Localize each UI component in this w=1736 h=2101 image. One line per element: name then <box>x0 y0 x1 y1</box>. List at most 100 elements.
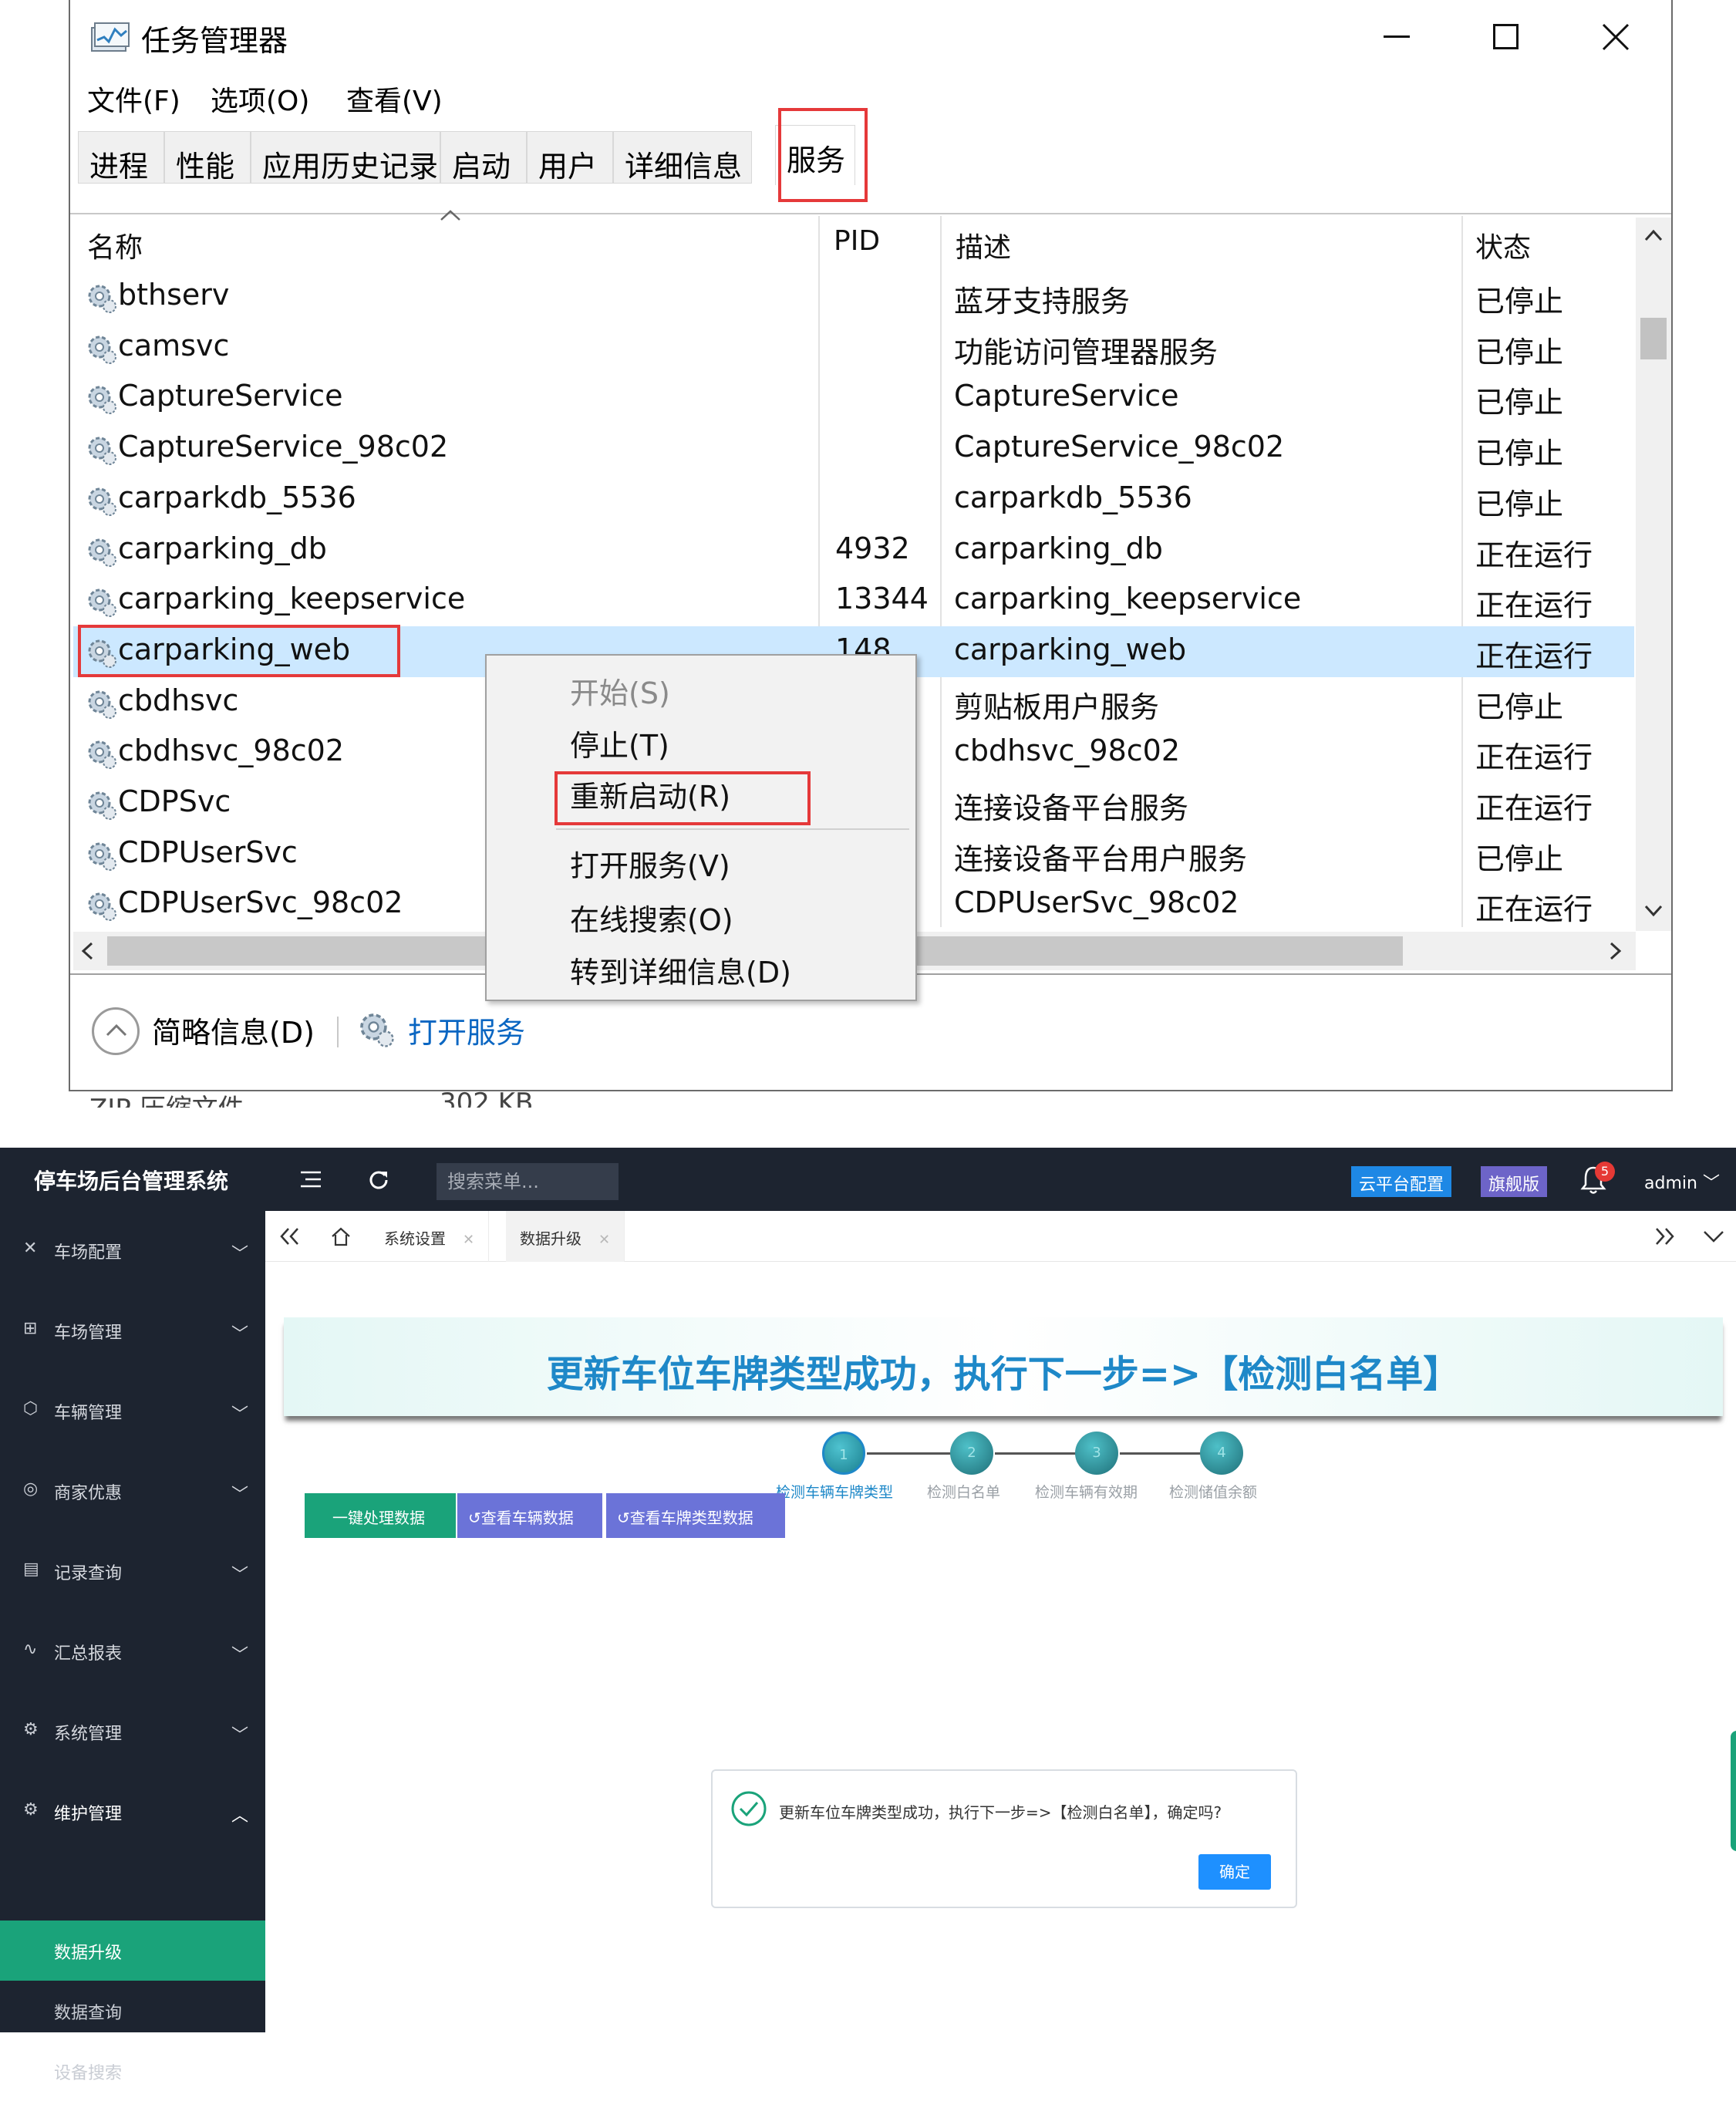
chevron-down-icon: ﹀ <box>231 1245 249 1264</box>
sidebar-item-lot-management[interactable]: ⊞ 车场管理 ﹀ <box>0 1291 265 1371</box>
service-status: 正在运行 <box>1475 740 1593 775</box>
menu-search-input[interactable] <box>437 1163 619 1200</box>
service-row[interactable]: CaptureService CaptureService 已停止 <box>73 373 1634 423</box>
gear-icon <box>88 791 116 820</box>
minimize-button[interactable] <box>1366 14 1428 60</box>
maximize-button[interactable] <box>1475 14 1537 60</box>
chevron-down-icon[interactable] <box>1703 1229 1724 1243</box>
confirm-dialog: 更新车位车牌类型成功，执行下一步=>【检测白名单】，确定吗? 确定 <box>711 1769 1297 1908</box>
service-name: CDPUserSvc_98c02 <box>118 885 403 920</box>
service-name: cbdhsvc <box>118 683 239 717</box>
tab-label: 数据升级 <box>520 1229 581 1248</box>
menu-toggle-icon[interactable] <box>301 1171 321 1188</box>
tab-performance[interactable]: 性能 <box>164 131 251 184</box>
close-icon[interactable]: ✕ <box>463 1232 474 1248</box>
cloud-config-button[interactable]: 云平台配置 <box>1351 1166 1452 1197</box>
column-name[interactable]: 名称 <box>87 225 143 265</box>
fewer-details-button[interactable] <box>92 1007 140 1055</box>
column-status[interactable]: 状态 <box>1475 225 1531 265</box>
service-status: 已停止 <box>1475 386 1564 420</box>
ctx-open-services[interactable]: 打开服务(V) <box>570 842 730 885</box>
scroll-down-icon[interactable] <box>1643 904 1664 918</box>
scroll-up-icon[interactable] <box>1643 228 1664 242</box>
close-button[interactable] <box>1585 14 1647 60</box>
sidebar-item-lot-config[interactable]: ✕ 车场配置 ﹀ <box>0 1211 265 1291</box>
page-tab-system-settings[interactable]: 系统设置 ✕ <box>370 1211 490 1262</box>
service-status: 正在运行 <box>1475 538 1593 572</box>
double-chevron-left-icon[interactable] <box>279 1226 301 1246</box>
page-tab-bar: 系统设置 ✕ 数据升级 ✕ <box>265 1211 1736 1262</box>
column-pid[interactable]: PID <box>834 225 880 257</box>
tab-processes[interactable]: 进程 <box>78 131 164 184</box>
one-click-process-button[interactable]: 一键处理数据 <box>305 1493 456 1538</box>
home-icon[interactable] <box>330 1226 352 1246</box>
step-1-label: 检测车辆车牌类型 <box>776 1484 894 1501</box>
tab-startup[interactable]: 启动 <box>440 131 527 184</box>
close-icon <box>1602 23 1630 51</box>
gear-icon <box>88 437 116 466</box>
user-menu[interactable]: admin ﹀ <box>1644 1169 1720 1194</box>
sidebar-item-record-query[interactable]: ▤ 记录查询 ﹀ <box>0 1532 265 1612</box>
service-status: 已停止 <box>1475 335 1564 369</box>
sidebar-sub-data-query[interactable]: 数据查询 <box>0 1981 265 2041</box>
view-plate-type-data-button[interactable]: ↺查看车牌类型数据 <box>606 1493 785 1538</box>
menu-options[interactable]: 选项(O) <box>211 79 309 119</box>
service-description: carparking_keepservice <box>954 582 1302 616</box>
menu-view[interactable]: 查看(V) <box>346 79 443 119</box>
scroll-right-icon[interactable] <box>1608 941 1623 961</box>
nav-char: 系 <box>1731 1734 1736 1762</box>
service-description: carparking_web <box>954 632 1187 666</box>
edition-button[interactable]: 旗舰版 <box>1481 1166 1548 1197</box>
sidebar-sub-data-upgrade[interactable]: 数据升级 <box>0 1921 265 1981</box>
service-row[interactable]: carparking_keepservice 13344 carparking_ke… <box>73 575 1634 626</box>
status-banner: 更新车位车牌类型成功，执行下一步=>【检测白名单】 <box>284 1317 1723 1416</box>
column-description[interactable]: 描述 <box>956 225 1011 265</box>
sidebar: ✕ 车场配置 ﹀ ⊞ 车场管理 ﹀ ⬡ 车辆管理 ﹀ ◎ 商家优惠 ﹀ ▤ 记录查询 ﹀ ∿ 汇总报表… <box>0 1211 265 2083</box>
gear-icon <box>88 639 116 668</box>
tab-services[interactable]: 服务 <box>775 125 855 185</box>
service-name: CDPSvc <box>118 784 231 818</box>
view-vehicle-data-button[interactable]: ↺查看车辆数据 <box>457 1493 602 1538</box>
tab-users[interactable]: 用户 <box>527 131 613 184</box>
tab-app-history[interactable]: 应用历史记录 <box>251 131 440 184</box>
background-file-size: 302 KB <box>440 1088 534 1108</box>
scroll-thumb[interactable] <box>1640 318 1667 359</box>
refresh-icon[interactable] <box>369 1169 389 1189</box>
sidebar-item-maintenance[interactable]: ⚙ 维护管理 ︿ <box>0 1772 265 1853</box>
sidebar-label: 商家优惠 <box>54 1484 123 1503</box>
close-icon[interactable]: ✕ <box>598 1232 610 1248</box>
menu-file[interactable]: 文件(F) <box>87 79 180 119</box>
service-row[interactable]: CaptureService_98c02 CaptureService_98c02… <box>73 423 1634 474</box>
service-row[interactable]: camsvc 功能访问管理器服务 已停止 <box>73 322 1634 373</box>
sidebar-sub-device-search[interactable]: 设备搜索 <box>0 2041 265 2101</box>
ctx-stop[interactable]: 停止(T) <box>570 722 669 764</box>
page-tab-data-upgrade[interactable]: 数据升级 ✕ <box>506 1211 625 1262</box>
chevron-up-icon <box>106 1024 127 1037</box>
double-chevron-right-icon[interactable] <box>1653 1226 1675 1246</box>
ctx-start[interactable]: 开始(S) <box>570 669 670 712</box>
tab-details[interactable]: 详细信息 <box>613 131 752 184</box>
ctx-restart[interactable]: 重新启动(R) <box>570 773 730 815</box>
sidebar-item-system-management[interactable]: ⚙ 系统管理 ﹀ <box>0 1692 265 1772</box>
sidebar-item-merchant-discount[interactable]: ◎ 商家优惠 ﹀ <box>0 1452 265 1532</box>
service-row[interactable]: bthserv 蓝牙支持服务 已停止 <box>73 271 1634 322</box>
confirm-button[interactable]: 确定 <box>1198 1854 1271 1890</box>
parking-admin-app: 停车场后台管理系统 云平台配置 旗舰版 5 admin ﹀ ✕ 车场配置 ﹀ ⊞ 车场… <box>0 1148 1736 2083</box>
chevron-down-icon: ﹀ <box>231 1486 249 1505</box>
scroll-left-icon[interactable] <box>79 941 95 961</box>
service-status: 正在运行 <box>1475 791 1593 825</box>
open-services-link[interactable]: 打开服务 <box>408 1009 525 1051</box>
sidebar-item-summary-report[interactable]: ∿ 汇总报表 ﹀ <box>0 1612 265 1692</box>
refresh-icon: ↺ <box>617 1509 630 1527</box>
fewer-details-label[interactable]: 简略信息(D) <box>152 1009 315 1051</box>
system-navigation-button[interactable]: 系 统 导 航 <box>1731 1731 1736 1851</box>
sidebar-item-vehicle-management[interactable]: ⬡ 车辆管理 ﹀ <box>0 1371 265 1452</box>
wrench-icon: ✕ <box>23 1239 38 1258</box>
service-row[interactable]: carparking_db 4932 carparking_db 正在运行 <box>73 525 1634 576</box>
step-1-circle: 1 <box>822 1432 865 1475</box>
service-row[interactable]: carparkdb_5536 carparkdb_5536 已停止 <box>73 474 1634 525</box>
ctx-go-to-details[interactable]: 转到详细信息(D) <box>570 949 791 991</box>
vertical-scrollbar[interactable] <box>1636 218 1671 931</box>
sidebar-label: 车场管理 <box>54 1324 123 1343</box>
ctx-search-online[interactable]: 在线搜索(O) <box>570 896 733 939</box>
